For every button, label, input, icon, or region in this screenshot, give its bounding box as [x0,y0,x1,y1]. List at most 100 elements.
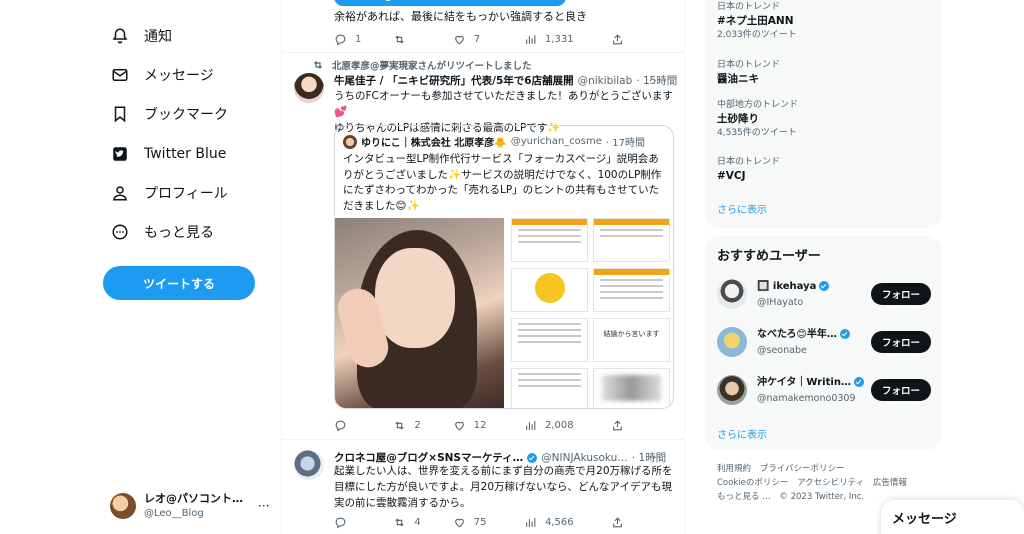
avatar [717,375,747,405]
tweet-divider [282,439,684,440]
slide-thumbnail[interactable] [511,318,588,362]
slide-thumbnail[interactable]: 結論から言います [593,318,670,362]
avatar[interactable] [294,73,324,103]
share-button[interactable] [611,516,624,529]
tweet-more-icon[interactable]: ··· [649,452,662,464]
reply-button[interactable] [334,419,393,432]
footer-link-cookies[interactable]: Cookieのポリシー [717,478,788,488]
follow-button[interactable]: フォロー [871,379,931,401]
tweet-header: 牛尾佳子 / 「ニキビ研究所」代表/5年で6店舗展開 @nikibilab · … [334,73,677,88]
share-button[interactable] [611,33,624,46]
footer-link-more[interactable]: もっと見る … [717,492,771,502]
tweet-divider [282,52,684,53]
account-more-icon[interactable]: ··· [258,499,269,513]
footer-link-privacy[interactable]: プライバシーポリシー [760,464,845,474]
reply-button[interactable] [334,516,393,529]
account-display-name: レオ@パソコント… [144,492,243,505]
trend-item[interactable]: 日本のトレンド #ネプ土田ANN 2,033件のツイート [717,0,797,42]
footer-link-ads-info[interactable]: 広告情報 [873,478,907,488]
nav-more-label: もっと見る [144,225,214,241]
nav-twitter-blue[interactable]: Twitter Blue [110,140,226,168]
slide-thumbnail[interactable] [593,218,670,262]
prev-tweet-actions: 1 7 1,331 [334,31,624,47]
avatar [110,493,136,519]
footer-link-terms[interactable]: 利用規約 [717,464,751,474]
footer-links: 利用規約 プライバシーポリシー Cookieのポリシー アクセシビリティ 広告情… [717,462,927,504]
who-to-follow-title: おすすめユーザー [717,249,821,264]
author-handle[interactable]: @nikibilab [578,75,633,87]
retweet-button[interactable]: 2 [393,419,452,432]
bell-icon [110,26,130,46]
footer-copyright: © 2023 Twitter, Inc. [779,492,865,502]
quoted-author-name: ゆりにこ｜株式会社 北原孝彦🐥 [361,138,507,149]
retweeted-by-line[interactable]: 北原孝彦@夢実現家さんがリツイートしました [312,58,532,72]
footer-link-accessibility[interactable]: アクセシビリティ [797,478,864,488]
trend-item[interactable]: 日本のトレンド 醤油ニキ [717,58,780,86]
retweet-count: 2 [414,419,421,431]
quoted-tweet-time: · 17時間 [605,138,645,149]
messages-drawer[interactable]: メッセージ [881,500,1024,534]
avatar [717,279,747,309]
retweet-icon [314,61,322,69]
nav-notifications[interactable]: 通知 [110,22,172,50]
nav-more[interactable]: もっと見る [110,218,214,246]
views-count: 1,331 [544,33,574,45]
follow-button[interactable]: フォロー [871,283,931,305]
like-button[interactable]: 7 [453,33,524,46]
verified-badge-icon [527,452,538,463]
slide-thumbnail[interactable] [511,268,588,312]
quoted-tweet[interactable]: ゆりにこ｜株式会社 北原孝彦🐥 @yurichan_cosme · 17時間 イ… [334,125,674,409]
views-button[interactable]: 2,008 [524,419,611,432]
avatar[interactable] [294,450,324,480]
slide-thumbnail[interactable] [511,368,588,408]
left-navigation: 通知 メッセージ ブックマーク Twitter Blue プロフィール もっと見… [0,0,280,534]
new-tweets-avatar-icon [384,0,392,1]
reply-button[interactable]: 1 [334,33,393,46]
author-name[interactable]: 牛尾佳子 / 「ニキビ研究所」代表/5年で6店舗展開 [334,73,574,88]
trends-show-more-link[interactable]: さらに表示 [717,201,767,216]
suggested-user-names: 沖ケイタ｜Writin… @namakemono0309 [757,375,864,406]
author-handle[interactable]: @NINJAkusoku… [541,452,628,464]
photo-image[interactable] [335,218,504,408]
tweet-actions: 4 75 4,566 [334,514,624,530]
views-button[interactable]: 4,566 [524,516,611,529]
suggested-user[interactable]: 沖ケイタ｜Writin… @namakemono0309 フォロー [717,372,931,408]
tweet-button[interactable]: ツイートする [103,266,255,300]
share-icon [613,419,622,430]
views-count: 2,008 [544,419,574,431]
nav-profile-label: プロフィール [144,186,228,202]
slide-thumbnail[interactable] [593,268,670,312]
account-switcher[interactable]: レオ@パソコント… @Leo__Blog ··· [110,486,270,526]
retweet-button[interactable] [393,33,452,46]
trend-name: #ネプ土田ANN [717,15,794,27]
suggested-user[interactable]: 🔲 ikehaya @IHayato フォロー [717,276,931,312]
nav-messages[interactable]: メッセージ [110,61,214,89]
like-button[interactable]: 12 [453,419,524,432]
suggestions-show-more-link[interactable]: さらに表示 [717,426,767,441]
twitter-blue-icon [110,144,130,164]
slide-thumbnail[interactable] [593,368,670,408]
like-button[interactable]: 75 [453,516,524,529]
share-button[interactable] [611,419,624,432]
new-tweets-pill[interactable] [334,0,566,6]
nav-messages-label: メッセージ [144,68,214,84]
trend-context: 中部地方のトレンド [717,100,799,110]
trend-item[interactable]: 中部地方のトレンド 土砂降り 4,535件のツイート [717,98,798,140]
suggested-user[interactable]: なべたろ😊半年… @seonabe フォロー [717,324,931,360]
follow-button[interactable]: フォロー [871,331,931,353]
trend-name: 土砂降り [717,113,759,125]
who-to-follow-panel: おすすめユーザー 🔲 ikehaya @IHayato フォロー なべたろ😊半年… [705,236,941,450]
heart-icon [454,518,464,527]
reply-count: 1 [355,33,362,45]
trend-name: #VCJ [717,170,746,182]
trend-context: 日本のトレンド [717,60,781,70]
trend-count: 4,535件のツイート [717,128,797,138]
quoted-media[interactable]: 結論から言います [335,218,673,408]
views-button[interactable]: 1,331 [524,33,611,46]
slide-thumbnail[interactable] [511,218,588,262]
nav-profile[interactable]: プロフィール [110,179,228,207]
nav-bookmarks[interactable]: ブックマーク [110,100,228,128]
tweet-more-icon[interactable]: ··· [649,75,662,87]
trend-item[interactable]: 日本のトレンド #VCJ [717,155,780,183]
retweet-button[interactable]: 4 [393,516,452,529]
